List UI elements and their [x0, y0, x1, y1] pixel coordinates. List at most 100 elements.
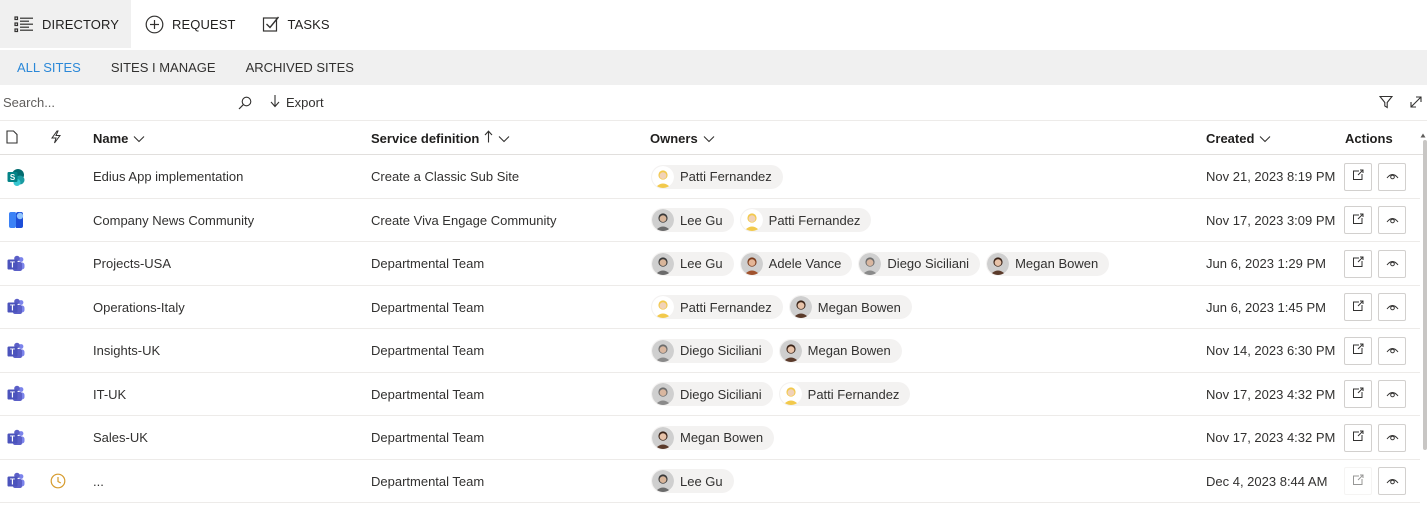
column-owners[interactable]: Owners [650, 121, 715, 155]
view-button[interactable] [1378, 467, 1406, 495]
site-name[interactable]: Operations-Italy [93, 286, 185, 329]
edit-button[interactable] [1344, 249, 1372, 278]
owner-chip[interactable]: Lee Gu [651, 208, 734, 232]
edit-button[interactable] [1344, 467, 1372, 495]
owner-chip[interactable]: Diego Siciliani [651, 382, 773, 406]
site-name[interactable]: Edius App implementation [93, 155, 243, 198]
export-button[interactable]: Export [270, 94, 324, 111]
owner-chip[interactable]: Adele Vance [739, 251, 853, 276]
view-button[interactable] [1378, 206, 1406, 234]
vertical-scrollbar[interactable] [1423, 140, 1427, 450]
teams-icon: T [6, 416, 26, 459]
table-header: Name Service definition Owners Created A… [0, 121, 1427, 155]
top-navigation: DIRECTORY REQUEST TASKS [0, 0, 1427, 50]
column-status[interactable] [50, 121, 62, 155]
view-button[interactable] [1378, 380, 1406, 408]
nav-tasks[interactable]: TASKS [248, 0, 342, 48]
table-row[interactable]: T Sales-UK Departmental Team Megan Bowen Nov… [0, 416, 1420, 460]
nav-request[interactable]: REQUEST [131, 0, 248, 48]
edit-button[interactable] [1344, 336, 1372, 365]
owner-chip[interactable]: Patti Fernandez [651, 295, 783, 319]
row-actions [1344, 155, 1406, 198]
tab-sites-i-manage[interactable]: SITES I MANAGE [94, 50, 229, 85]
search-icon[interactable] [238, 96, 252, 113]
scroll-up-icon[interactable] [1420, 126, 1426, 141]
owner-chip[interactable]: Diego Siciliani [858, 251, 981, 276]
site-name[interactable]: Sales-UK [93, 416, 148, 459]
row-actions [1344, 416, 1406, 459]
owner-chip[interactable]: Lee Gu [651, 251, 734, 276]
owner-name: Adele Vance [768, 256, 842, 271]
owner-chip[interactable]: Diego Siciliani [651, 338, 773, 363]
column-service-definition[interactable]: Service definition [371, 121, 510, 155]
column-created[interactable]: Created [1206, 121, 1271, 155]
site-filter-tabs: ALL SITES SITES I MANAGE ARCHIVED SITES [0, 50, 1427, 85]
svg-text:S: S [10, 173, 16, 182]
table-row[interactable]: T... Departmental Team Lee Gu Dec 4, 2023 8… [0, 460, 1420, 503]
owner-chip[interactable]: Patti Fernandez [739, 208, 872, 232]
site-name[interactable]: Insights-UK [93, 329, 160, 372]
table-row[interactable]: T Operations-Italy Departmental Team Patti … [0, 286, 1420, 329]
edit-button[interactable] [1344, 293, 1372, 321]
column-type[interactable] [6, 121, 18, 155]
eye-icon [1386, 387, 1399, 402]
lightning-icon [50, 130, 62, 147]
table-row[interactable]: T Projects-USA Departmental Team Lee Gu Adel… [0, 242, 1420, 286]
column-name[interactable]: Name [93, 121, 145, 155]
nav-request-label: REQUEST [172, 16, 236, 32]
owners-list: Patti Fernandez Megan Bowen [651, 286, 912, 329]
view-button[interactable] [1378, 336, 1406, 365]
teams-icon: T [6, 329, 26, 372]
owners-list: Lee Gu [651, 460, 734, 503]
owner-chip[interactable]: Megan Bowen [778, 338, 902, 363]
edit-button[interactable] [1344, 380, 1372, 408]
teams-icon: T [6, 286, 26, 329]
edit-button[interactable] [1344, 423, 1372, 452]
view-button[interactable] [1378, 162, 1406, 191]
row-actions [1344, 460, 1406, 503]
svg-text:T: T [10, 390, 15, 399]
site-name[interactable]: Company News Community [93, 199, 254, 242]
tab-archived-sites[interactable]: ARCHIVED SITES [229, 50, 367, 85]
owner-chip[interactable]: Patti Fernandez [651, 164, 783, 189]
site-name[interactable]: Projects-USA [93, 242, 171, 285]
service-definition: Departmental Team [371, 299, 485, 315]
view-button[interactable] [1378, 293, 1406, 321]
owners-list: Lee Gu Patti Fernandez [651, 199, 872, 242]
eye-icon [1386, 256, 1399, 271]
table-row[interactable]: Company News Community Create Viva Engage… [0, 199, 1420, 242]
owner-chip[interactable]: Patti Fernandez [778, 382, 911, 406]
owner-chip[interactable]: Megan Bowen [986, 251, 1110, 276]
column-created-label: Created [1206, 130, 1255, 146]
service-definition: Create a Classic Sub Site [371, 169, 520, 184]
view-button[interactable] [1378, 249, 1406, 278]
avatar [652, 470, 674, 492]
column-name-label: Name [93, 130, 129, 146]
avatar [740, 209, 763, 231]
edit-button[interactable] [1344, 162, 1372, 191]
avatar [779, 383, 802, 405]
tab-all-sites[interactable]: ALL SITES [0, 50, 94, 85]
owner-chip[interactable]: Lee Gu [651, 469, 734, 493]
filter-icon[interactable] [1378, 95, 1394, 112]
created-date: Nov 21, 2023 8:19 PM [1206, 169, 1336, 184]
table-row[interactable]: S Edius App implementation Create a Classi… [0, 155, 1420, 199]
table-row[interactable]: T IT-UK Departmental Team Diego Siciliani Pa… [0, 373, 1420, 416]
owner-chip[interactable]: Megan Bowen [788, 295, 912, 319]
site-name[interactable]: ... [93, 460, 104, 503]
clock-icon [50, 460, 66, 503]
owner-chip[interactable]: Megan Bowen [651, 425, 775, 450]
nav-directory-label: DIRECTORY [42, 16, 119, 32]
expand-icon[interactable] [1409, 95, 1423, 112]
table-row[interactable]: T Insights-UK Departmental Team Diego Sicil… [0, 329, 1420, 373]
search-input[interactable] [0, 95, 230, 110]
edit-icon [1352, 387, 1364, 402]
view-button[interactable] [1378, 423, 1406, 452]
edit-button[interactable] [1344, 206, 1372, 234]
owner-name: Patti Fernandez [680, 299, 772, 315]
list-icon [14, 15, 34, 33]
site-name[interactable]: IT-UK [93, 373, 126, 416]
sharepoint-icon: S [6, 155, 26, 198]
column-service-label: Service definition [371, 130, 480, 146]
nav-directory[interactable]: DIRECTORY [0, 0, 131, 48]
